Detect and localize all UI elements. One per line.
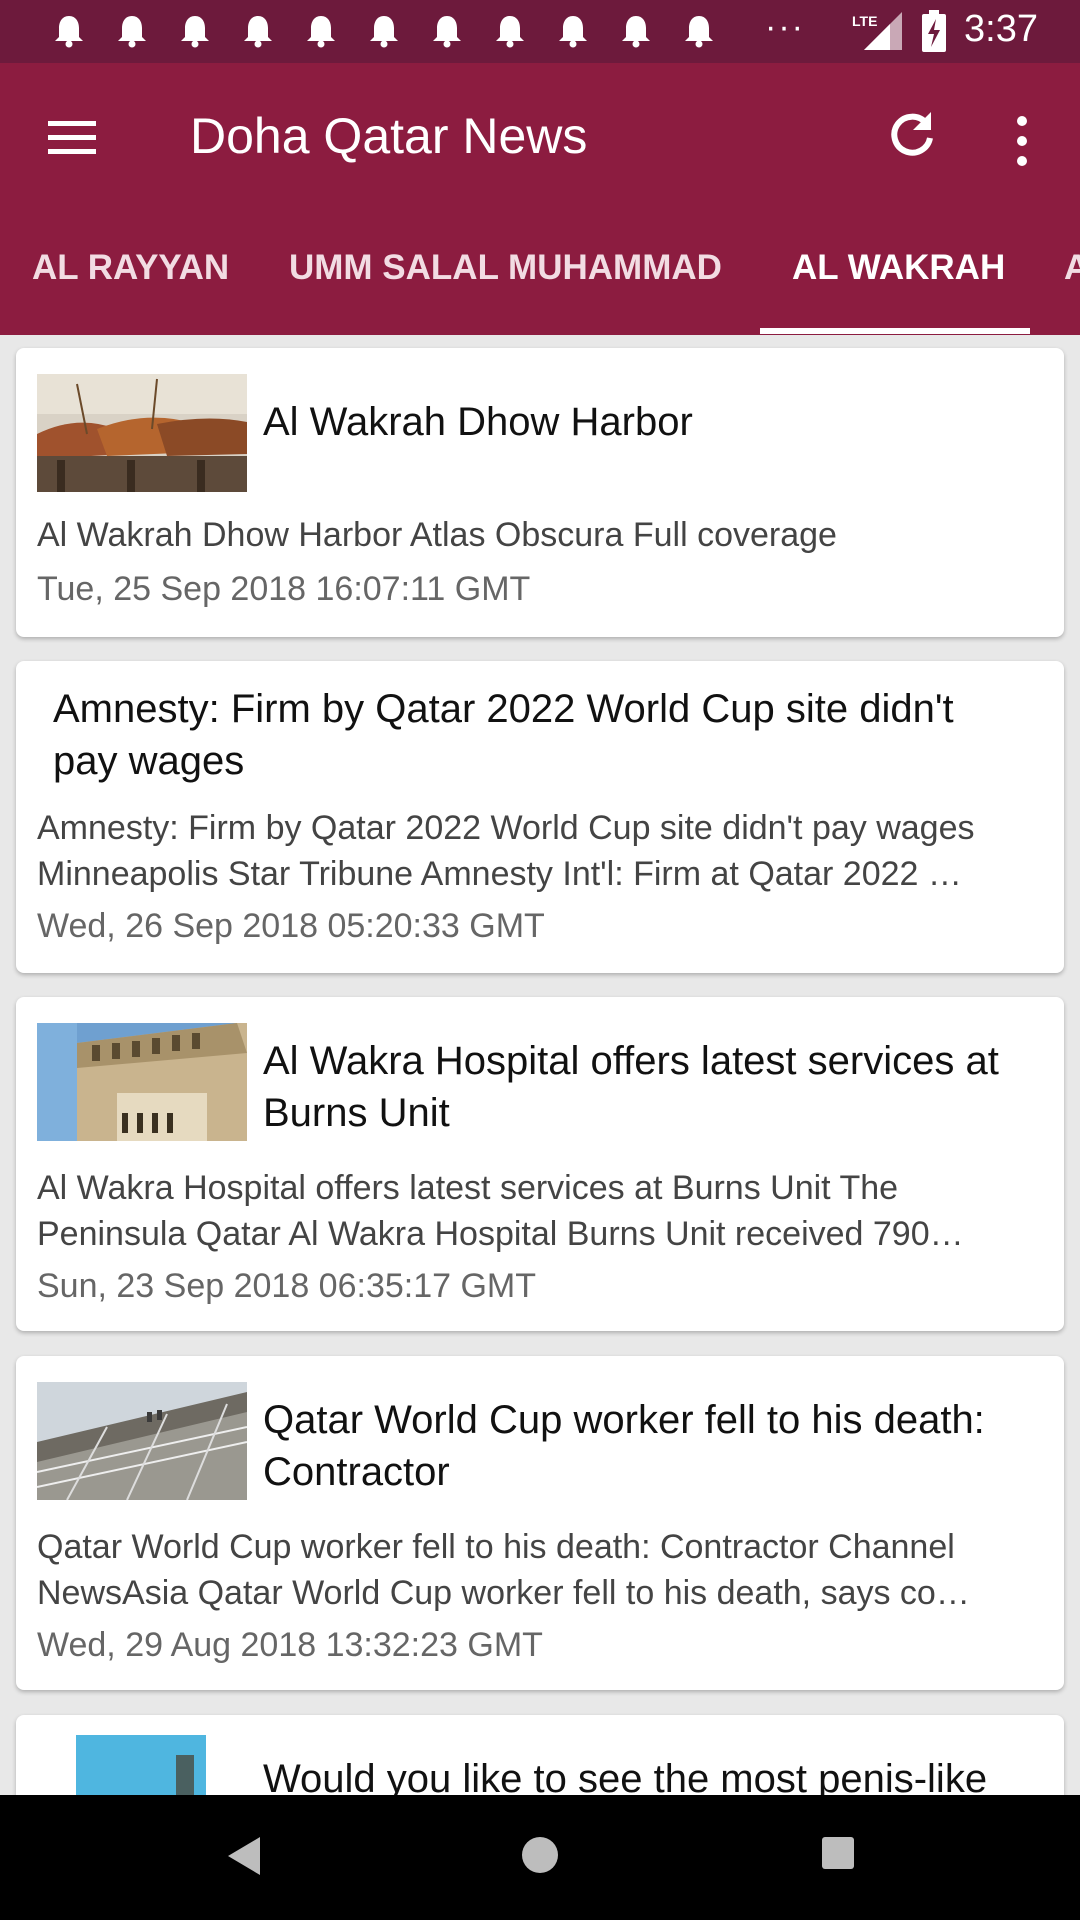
article-title-line: Amnesty: Firm by Qatar 2022 World Cup si…: [53, 687, 954, 731]
tab-next-partial[interactable]: A: [1064, 248, 1080, 288]
active-tab-indicator: [760, 328, 1030, 334]
bell-icon: [115, 13, 149, 49]
article-title-line: Al Wakra Hospital offers latest services…: [263, 1039, 999, 1083]
dhow-boats-image: [37, 374, 247, 492]
news-card[interactable]: Al Wakrah Dhow Harbor Al Wakrah Dhow Har…: [16, 348, 1064, 637]
article-description-line: Al Wakra Hospital offers latest services…: [37, 1169, 899, 1207]
article-title-line: Contractor: [263, 1450, 450, 1494]
bell-icon: [682, 13, 716, 49]
article-date: Sun, 23 Sep 2018 06:35:17 GMT: [37, 1267, 537, 1305]
article-date: Wed, 26 Sep 2018 05:20:33 GMT: [37, 907, 545, 945]
article-description: Al Wakrah Dhow Harbor Atlas Obscura Full…: [37, 512, 1052, 558]
bell-icon: [493, 13, 527, 49]
recents-square-icon[interactable]: [820, 1835, 856, 1871]
overflow-dots: ···: [765, 8, 805, 46]
hamburger-menu-icon[interactable]: [44, 115, 100, 161]
bell-icon: [556, 13, 590, 49]
article-title: Qatar World Cup worker fell to his death…: [263, 1394, 985, 1498]
article-title: Al Wakra Hospital offers latest services…: [263, 1035, 999, 1139]
bell-icon: [178, 13, 212, 49]
bell-icon: [241, 13, 275, 49]
article-title: Would you like to see the most penis-lik…: [263, 1757, 988, 1795]
article-description: Qatar World Cup worker fell to his death…: [37, 1524, 1052, 1616]
article-date: Wed, 29 Aug 2018 13:32:23 GMT: [37, 1626, 543, 1664]
stadium-scaffold-image: [37, 1382, 247, 1500]
article-description-line: Al Wakrah Dhow Harbor Atlas Obscura Full…: [37, 516, 837, 554]
category-tabs: AL RAYYAN UMM SALAL MUHAMMAD AL WAKRAH A: [0, 190, 1080, 335]
more-vert-icon[interactable]: [1006, 113, 1038, 169]
tab-al-wakrah[interactable]: AL WAKRAH: [792, 248, 1005, 288]
refresh-icon[interactable]: [885, 108, 939, 162]
back-triangle-icon[interactable]: [222, 1833, 264, 1879]
status-bar: ··· LTE 3:37: [0, 0, 1080, 63]
article-title: Amnesty: Firm by Qatar 2022 World Cup si…: [53, 683, 954, 787]
news-card[interactable]: Would you like to see the most penis-lik…: [16, 1715, 1064, 1795]
home-circle-icon[interactable]: [518, 1833, 562, 1877]
news-feed[interactable]: Al Wakrah Dhow Harbor Al Wakrah Dhow Har…: [0, 335, 1080, 1795]
battery-charging-icon: [920, 10, 948, 52]
bell-icon: [367, 13, 401, 49]
news-card[interactable]: Qatar World Cup worker fell to his death…: [16, 1356, 1064, 1690]
bell-icon: [304, 13, 338, 49]
article-description-line: Qatar World Cup worker fell to his death…: [37, 1528, 955, 1566]
tab-umm-salal-muhammad[interactable]: UMM SALAL MUHAMMAD: [289, 248, 722, 288]
bell-icon: [52, 13, 86, 49]
article-title-line: pay wages: [53, 739, 245, 783]
article-title: Al Wakrah Dhow Harbor: [263, 400, 693, 444]
app-title: Doha Qatar News: [190, 108, 588, 164]
sky-image: [76, 1735, 206, 1795]
bell-icon: [619, 13, 653, 49]
article-description-line: Minneapolis Star Tribune Amnesty Int'l: …: [37, 855, 962, 893]
hospital-building-image: [37, 1023, 247, 1141]
article-description: Al Wakra Hospital offers latest services…: [37, 1165, 1052, 1257]
news-card[interactable]: Amnesty: Firm by Qatar 2022 World Cup si…: [16, 661, 1064, 973]
article-description-line: Peninsula Qatar Al Wakra Hospital Burns …: [37, 1215, 964, 1253]
lte-signal-icon: LTE: [850, 10, 902, 52]
bell-icon: [430, 13, 464, 49]
svg-text:LTE: LTE: [852, 13, 877, 29]
tab-al-rayyan[interactable]: AL RAYYAN: [32, 248, 229, 288]
article-date: Tue, 25 Sep 2018 16:07:11 GMT: [37, 570, 531, 608]
news-card[interactable]: Al Wakra Hospital offers latest services…: [16, 997, 1064, 1331]
article-description-line: NewsAsia Qatar World Cup worker fell to …: [37, 1574, 970, 1612]
system-nav-bar: [0, 1795, 1080, 1920]
article-description-line: Amnesty: Firm by Qatar 2022 World Cup si…: [37, 809, 975, 847]
article-description: Amnesty: Firm by Qatar 2022 World Cup si…: [37, 805, 1052, 897]
article-title-line: Qatar World Cup worker fell to his death…: [263, 1398, 985, 1442]
article-title-line: Burns Unit: [263, 1091, 450, 1135]
clock: 3:37: [964, 8, 1038, 50]
